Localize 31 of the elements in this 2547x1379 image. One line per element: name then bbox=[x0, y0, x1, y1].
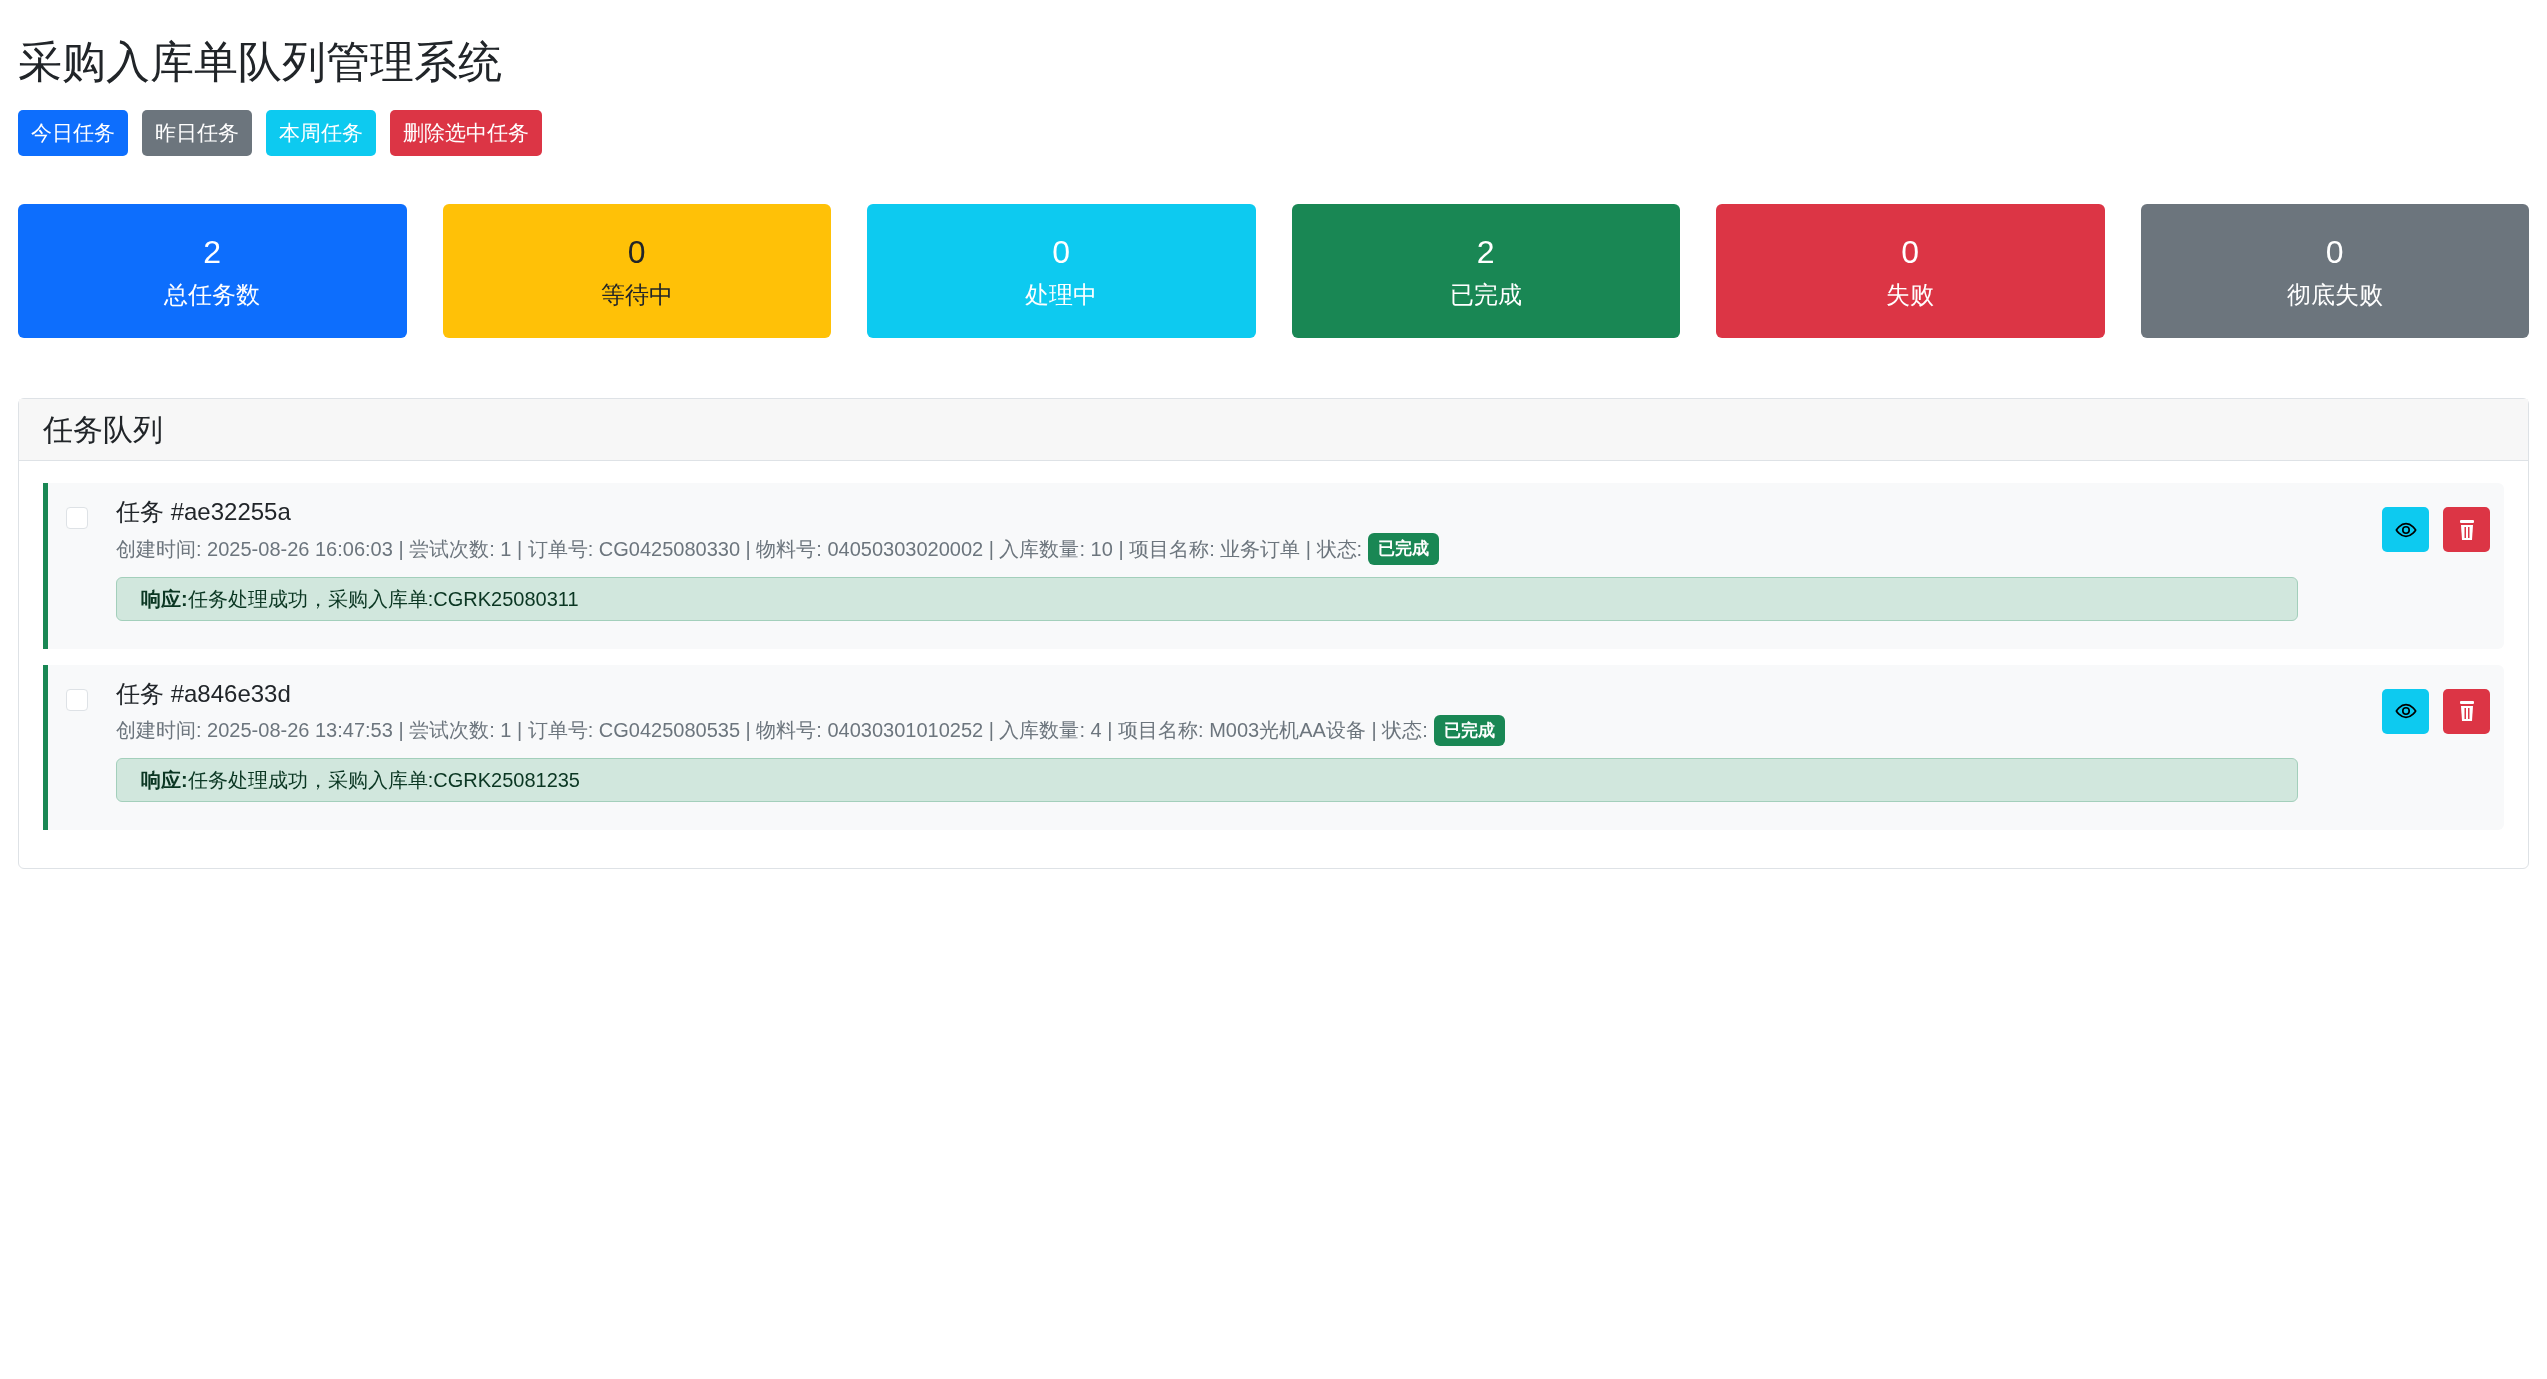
task-title: 任务 #a846e33d bbox=[116, 678, 292, 709]
task-meta: 创建时间: 2025-08-26 16:06:03 | 尝试次数: 1 | 订单号: CG0425080330 | 物料号: 04050303020002 | 入库数量: 10 | 项目名称: 业务订单 | 状态: bbox=[116, 536, 1363, 562]
stat-value: 0 bbox=[1901, 233, 1920, 272]
status-badge: 已完成 bbox=[1433, 714, 1505, 746]
stat-label: 已完成 bbox=[1449, 280, 1522, 310]
filter-button[interactable]: 删除选中任务 bbox=[390, 110, 542, 156]
delete-button[interactable] bbox=[2443, 688, 2490, 734]
filter-button[interactable]: 昨日任务 bbox=[142, 110, 252, 156]
stat-value: 0 bbox=[1052, 233, 1071, 272]
task-checkbox[interactable] bbox=[66, 507, 88, 529]
panel-title: 任务队列 bbox=[43, 412, 163, 448]
view-button[interactable] bbox=[2382, 507, 2429, 552]
task-title: 任务 #ae32255a bbox=[116, 497, 292, 527]
stat-value: 2 bbox=[1476, 233, 1495, 272]
stat-label: 失败 bbox=[1886, 280, 1935, 310]
response-text: 响应:任务处理成功，采购入库单:CGRK25080311 bbox=[141, 586, 579, 612]
stat-label: 总任务数 bbox=[164, 280, 261, 310]
response-text: 响应:任务处理成功，采购入库单:CGRK25081235 bbox=[141, 768, 580, 793]
filter-button[interactable]: 今日任务 bbox=[18, 110, 128, 156]
stat-label: 彻底失败 bbox=[2286, 280, 2383, 310]
delete-button[interactable] bbox=[2443, 507, 2490, 552]
task-meta: 创建时间: 2025-08-26 13:47:53 | 尝试次数: 1 | 订单号: CG0425080535 | 物料号: 04030301010252 | 入库数量: 4 | 项目名称: M003光机AA设备 | 状态: bbox=[116, 718, 1428, 744]
status-badge: 已完成 bbox=[1368, 533, 1440, 565]
stat-value: 0 bbox=[627, 233, 646, 272]
stat-label: 处理中 bbox=[1025, 280, 1098, 310]
page-title: 采购入库单队列管理系统 bbox=[18, 36, 503, 88]
stat-label: 等待中 bbox=[600, 280, 673, 310]
view-button[interactable] bbox=[2382, 688, 2429, 734]
task-checkbox[interactable] bbox=[66, 688, 88, 711]
stat-value: 0 bbox=[2325, 233, 2344, 272]
stat-value: 2 bbox=[203, 233, 222, 272]
